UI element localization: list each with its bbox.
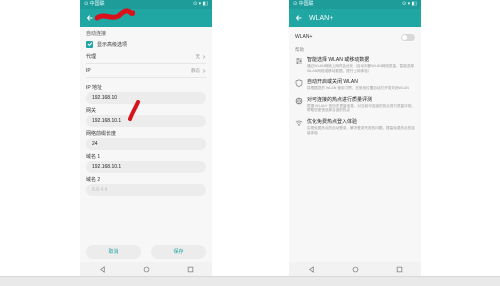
wlan-plus-toggle-label: WLAN+ bbox=[295, 34, 313, 40]
wlan-plus-toggle-row[interactable]: WLAN+ bbox=[295, 31, 415, 43]
right-phone-screen: ⊙ 中国联 ⊙ ▾ ▮▯ WLAN+ WLAN+ 帮助 智能选择 WLAN 或移… bbox=[289, 0, 421, 276]
nav-recents-icon[interactable] bbox=[187, 266, 194, 273]
dns1-label: 域名 1 bbox=[86, 154, 101, 160]
status-right: ⊙ ▾ ▮▯ bbox=[402, 1, 417, 7]
ip-settings-value: 静态 bbox=[191, 68, 206, 74]
feature-desc: 根据 WLAN+ 的历史质量信息，对当前可连接的热点进行质量评测，帮助您更快选择… bbox=[307, 103, 415, 113]
feature-title: 智能选择 WLAN 或移动数据 bbox=[307, 57, 370, 63]
action-buttons: 取消 保存 bbox=[86, 245, 206, 259]
proxy-label: 代理 bbox=[86, 54, 97, 60]
back-arrow-icon[interactable] bbox=[294, 13, 304, 23]
chevron-right-icon bbox=[202, 54, 206, 59]
status-right: ⊙ ▾ ▮▯ bbox=[193, 1, 208, 7]
ip-settings-row[interactable]: IP 静态 bbox=[86, 64, 206, 78]
gateway-input[interactable]: 192.168.10.1 bbox=[86, 115, 206, 127]
feature-title: 优化免费热点登入体验 bbox=[307, 118, 358, 125]
dns1-input[interactable]: 192.168.10.1 bbox=[86, 161, 206, 173]
system-nav-bar bbox=[80, 262, 212, 276]
prefix-length-input[interactable]: 24 bbox=[86, 138, 206, 150]
dns2-input[interactable]: 8.8.4.4 bbox=[86, 184, 206, 196]
proxy-value-text: 无 bbox=[195, 53, 201, 59]
feature-item: 优化免费热点登入体验 实现免费热点的自动登录，解决登录失败的问题，提高免费热点的… bbox=[295, 118, 415, 135]
back-arrow-icon[interactable] bbox=[85, 13, 95, 23]
wlan-plus-switch[interactable] bbox=[401, 33, 415, 41]
sliders-icon bbox=[296, 58, 302, 64]
nav-home-icon[interactable] bbox=[143, 266, 150, 273]
feature-desc: 将根据您的 WLAN 使用习惯，在常用位置自动打开或关闭WLAN bbox=[307, 86, 409, 91]
auto-connect-top-text: 自动连接 bbox=[86, 31, 107, 37]
nav-back-icon[interactable] bbox=[308, 265, 315, 273]
help-section-title: 帮助 bbox=[295, 47, 304, 52]
ip-address-input[interactable]: 192.168.10 bbox=[86, 92, 206, 104]
page-title: WLAN+ bbox=[309, 14, 334, 22]
advanced-options-check-row[interactable]: 显示高级选项 bbox=[86, 38, 206, 50]
feature-item: 智能选择 WLAN 或移动数据 通过WLAN网络上网时会优化（自动判断WLAN网… bbox=[295, 56, 415, 73]
bottom-strip bbox=[0, 276, 500, 286]
status-bar: ⊙ 中国联 ⊙ ▾ ▮▯ bbox=[289, 0, 421, 9]
feature-title: 对可连接的热点进行质量评测 bbox=[307, 96, 373, 103]
feature-item: 自动开启或关闭 WLAN 将根据您的 WLAN 使用习惯，在常用位置自动打开或关… bbox=[295, 78, 415, 91]
nav-recents-icon[interactable] bbox=[396, 266, 403, 273]
feature-item: 对可连接的热点进行质量评测 根据 WLAN+ 的历史质量信息，对当前可连接的热点… bbox=[295, 96, 415, 113]
redaction-scribble bbox=[95, 8, 135, 21]
nav-back-icon[interactable] bbox=[99, 265, 106, 273]
check-icon[interactable] bbox=[86, 40, 93, 48]
cancel-button[interactable]: 取消 bbox=[86, 245, 141, 259]
advanced-options-label: 显示高级选项 bbox=[97, 41, 128, 48]
proxy-value: 无 bbox=[196, 54, 207, 60]
dns2-label: 域名 2 bbox=[86, 177, 101, 183]
globe-icon bbox=[295, 97, 303, 105]
save-button[interactable]: 保存 bbox=[151, 245, 206, 259]
proxy-row[interactable]: 代理 无 bbox=[86, 50, 206, 64]
wifi-icon bbox=[295, 120, 303, 126]
ip-address-label: IP 地址 bbox=[86, 85, 103, 91]
title-bar: WLAN+ bbox=[289, 9, 421, 27]
shield-icon bbox=[295, 79, 303, 87]
ip-settings-label: IP bbox=[86, 67, 91, 74]
nav-home-icon[interactable] bbox=[352, 266, 359, 273]
feature-desc: 实现免费热点的自动登录，解决登录失败的问题，提高免费热点的连接体验 bbox=[307, 125, 415, 135]
left-phone-screen: ⊙ 中国联 ⊙ ▾ ▮▯ 自动连接 显示高级选项 代理 无 IP 静态 IP 地… bbox=[80, 0, 212, 276]
wifi-settings-form: 自动连接 显示高级选项 代理 无 IP 静态 IP 地址 192.168.10 … bbox=[80, 27, 212, 196]
redaction-mark bbox=[128, 100, 140, 121]
wlan-plus-settings: WLAN+ 帮助 智能选择 WLAN 或移动数据 通过WLAN网络上网时会优化（… bbox=[289, 27, 421, 135]
feature-desc: 通过WLAN网络上网时会优化（自动判断WLAN网络质量，智能选择WLAN网络或移… bbox=[307, 64, 415, 73]
status-left: ⊙ 中国联 bbox=[293, 1, 314, 7]
screenshot-canvas: ⊙ 中国联 ⊙ ▾ ▮▯ 自动连接 显示高级选项 代理 无 IP 静态 IP 地… bbox=[0, 0, 500, 286]
system-nav-bar bbox=[289, 262, 421, 276]
chevron-right-icon bbox=[202, 68, 206, 73]
prefix-length-label: 网络前缀长度 bbox=[86, 131, 117, 137]
feature-title: 自动开启或关闭 WLAN bbox=[307, 79, 358, 86]
gateway-label: 网关 bbox=[86, 108, 97, 114]
ip-settings-value-text: 静态 bbox=[191, 67, 200, 73]
